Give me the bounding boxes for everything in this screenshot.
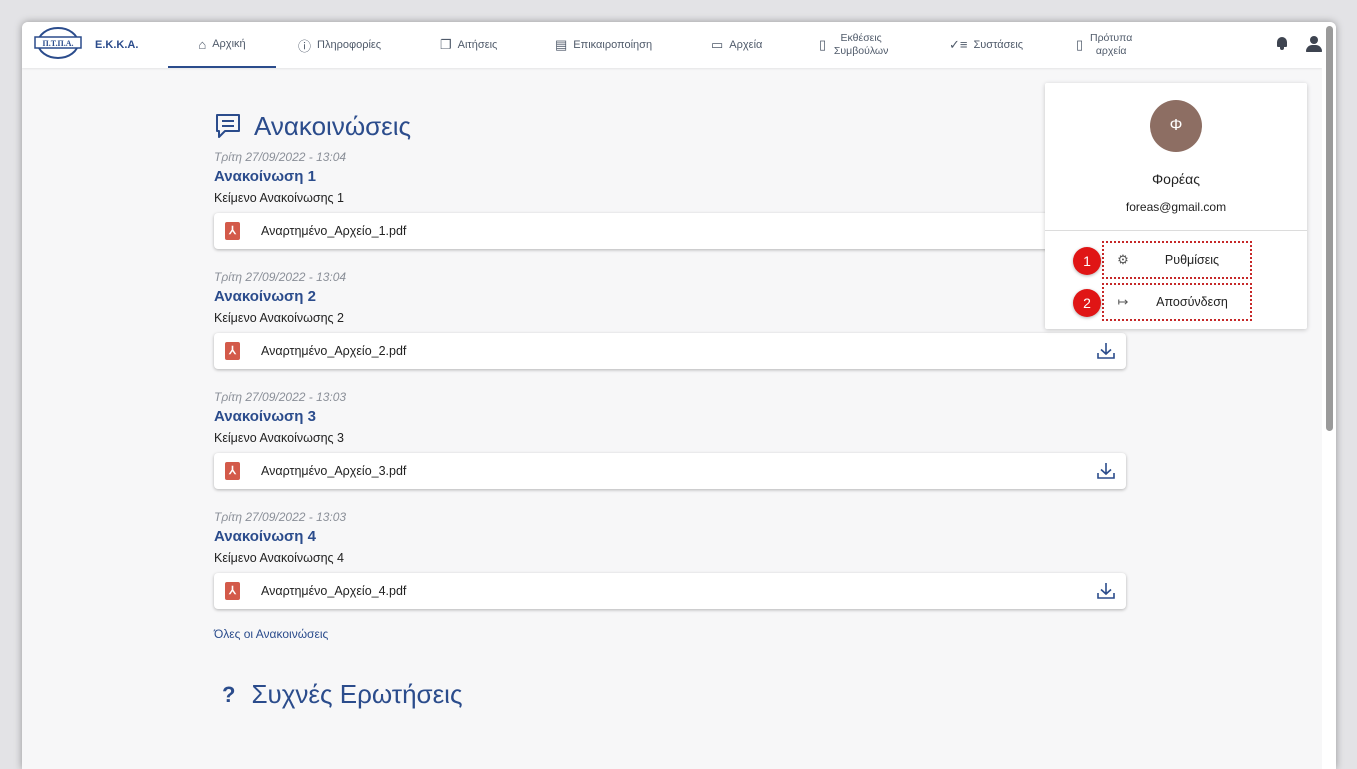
nav-applications-label: Αιτήσεις <box>457 39 498 51</box>
nav-templates-label: Πρότυπα αρχεία <box>1090 32 1133 57</box>
logout-icon: ↦ <box>1117 294 1129 309</box>
nav-applications[interactable]: ❐ Αιτήσεις <box>440 22 497 68</box>
announcement-body: Κείμενο Ανακοίνωσης 2 <box>214 311 344 325</box>
pdf-icon: ⅄ <box>225 582 240 600</box>
nav-update[interactable]: ▤ Επικαιροποίηση <box>555 22 652 68</box>
bell-icon[interactable] <box>1276 36 1288 50</box>
attachment-card[interactable]: ⅄ Αναρτημένο_Αρχείο_2.pdf <box>214 333 1126 369</box>
top-icons <box>1276 36 1322 52</box>
brand-name[interactable]: Ε.Κ.Κ.Α. <box>95 39 138 51</box>
avatar: Φ <box>1150 100 1202 152</box>
form-icon: ▤ <box>555 37 568 52</box>
download-icon[interactable] <box>1096 581 1116 601</box>
user-menu-dropdown: Φ Φορέας foreas@gmail.com ⚙ Ρυθμίσεις ↦ … <box>1045 83 1307 329</box>
user-name: Φορέας <box>1151 171 1200 187</box>
announcement-date: Τρίτη 27/09/2022 - 13:04 <box>214 150 347 164</box>
attachment-name[interactable]: Αναρτημένο_Αρχείο_3.pdf <box>261 464 406 478</box>
announcement-title[interactable]: Ανακοίνωση 2 <box>214 286 1126 308</box>
settings-label: Ρυθμίσεις <box>1164 253 1220 267</box>
nav-reports-label: Εκθέσεις Συμβούλων <box>833 32 889 57</box>
main-content: Ανακοινώσεις Τρίτη 27/09/2022 - 13:04 Αν… <box>214 106 1126 710</box>
nav-recommendations-label: Συστάσεις <box>973 39 1024 51</box>
nav-recommendations[interactable]: ✓≡ Συστάσεις <box>949 22 1023 68</box>
checklist-icon: ✓≡ <box>949 37 968 52</box>
user-icon[interactable] <box>1306 36 1322 52</box>
nav-templates[interactable]: ▯ Πρότυπα αρχεία <box>1076 22 1133 68</box>
info-icon: ⓘ <box>298 38 312 54</box>
attachment-card[interactable]: ⅄ Αναρτημένο_Αρχείο_1.pdf <box>214 213 1126 249</box>
announcement-item: Τρίτη 27/09/2022 - 13:04 Ανακοίνωση 2 Κε… <box>214 268 1126 369</box>
app-window: Π.Τ.Π.Α. Ε.Κ.Κ.Α. ⌂ Αρχική ⓘ Πληροφορίες… <box>22 22 1336 769</box>
announcement-body: Κείμενο Ανακοίνωσης 3 <box>214 431 344 445</box>
announcement-title[interactable]: Ανακοίνωση 4 <box>214 526 1126 548</box>
scrollbar[interactable] <box>1322 22 1336 769</box>
pdf-icon: ⅄ <box>225 462 240 480</box>
faq-header: ? Συχνές Ερωτήσεις <box>222 679 1126 710</box>
announcement-title[interactable]: Ανακοίνωση 1 <box>214 166 1126 188</box>
nav-reports[interactable]: ▯ Εκθέσεις Συμβούλων <box>819 22 890 68</box>
announcement-date: Τρίτη 27/09/2022 - 13:03 <box>214 510 347 524</box>
download-icon[interactable] <box>1096 341 1116 361</box>
announcement-item: Τρίτη 27/09/2022 - 13:03 Ανακοίνωση 4 Κε… <box>214 508 1126 609</box>
announcement-body: Κείμενο Ανακοίνωσης 4 <box>214 551 344 565</box>
nav-info[interactable]: ⓘ Πληροφορίες <box>298 22 381 68</box>
announcement-date: Τρίτη 27/09/2022 - 13:03 <box>214 390 347 404</box>
announcement-item: Τρίτη 27/09/2022 - 13:04 Ανακοίνωση 1 Κε… <box>214 148 1126 249</box>
user-email: foreas@gmail.com <box>1125 200 1227 214</box>
step-badge-1: 1 <box>1073 247 1101 275</box>
announcements-title: Ανακοινώσεις <box>254 110 412 141</box>
nav-info-label: Πληροφορίες <box>317 39 382 51</box>
svg-text:Π.Τ.Π.Α.: Π.Τ.Π.Α. <box>43 39 74 48</box>
copy-icon: ❐ <box>440 37 452 52</box>
nav-files-label: Αρχεία <box>729 39 763 51</box>
announcement-title[interactable]: Ανακοίνωση 3 <box>214 406 1126 428</box>
question-icon: ? <box>222 681 236 707</box>
logout-label: Αποσύνδεση <box>1156 295 1228 309</box>
faq-title: Συχνές Ερωτήσεις <box>251 679 463 709</box>
attachment-name[interactable]: Αναρτημένο_Αρχείο_1.pdf <box>261 224 406 238</box>
top-navigation-bar: Π.Τ.Π.Α. Ε.Κ.Κ.Α. ⌂ Αρχική ⓘ Πληροφορίες… <box>22 22 1322 68</box>
nav-update-label: Επικαιροποίηση <box>573 39 653 51</box>
message-icon <box>216 114 240 138</box>
attachment-card[interactable]: ⅄ Αναρτημένο_Αρχείο_3.pdf <box>214 453 1126 489</box>
gear-icon: ⚙ <box>1117 252 1129 267</box>
file-icon: ▯ <box>1076 37 1084 52</box>
announcement-body: Κείμενο Ανακοίνωσης 1 <box>214 191 344 205</box>
folder-icon: ▭ <box>711 37 724 52</box>
announcement-date: Τρίτη 27/09/2022 - 13:04 <box>214 270 347 284</box>
document-icon: ▯ <box>819 37 827 52</box>
all-announcements-link[interactable]: Όλες οι Ανακοινώσεις <box>214 627 1126 645</box>
scrollbar-thumb[interactable] <box>1326 26 1333 431</box>
divider <box>1045 230 1307 231</box>
step-badge-2: 2 <box>1073 289 1101 317</box>
attachment-name[interactable]: Αναρτημένο_Αρχείο_2.pdf <box>261 344 406 358</box>
announcement-item: Τρίτη 27/09/2022 - 13:03 Ανακοίνωση 3 Κε… <box>214 388 1126 489</box>
nav-home[interactable]: ⌂ Αρχική <box>168 22 276 68</box>
nav-files[interactable]: ▭ Αρχεία <box>711 22 762 68</box>
organization-logo[interactable]: Π.Τ.Π.Α. <box>32 26 84 60</box>
pdf-icon: ⅄ <box>225 222 240 240</box>
nav-home-label: Αρχική <box>212 38 246 50</box>
pdf-icon: ⅄ <box>225 342 240 360</box>
announcements-header: Ανακοινώσεις <box>214 106 1126 146</box>
settings-menu-item[interactable]: ⚙ Ρυθμίσεις <box>1102 241 1252 279</box>
download-icon[interactable] <box>1096 461 1116 481</box>
attachment-card[interactable]: ⅄ Αναρτημένο_Αρχείο_4.pdf <box>214 573 1126 609</box>
home-icon: ⌂ <box>198 36 207 52</box>
logout-menu-item[interactable]: ↦ Αποσύνδεση <box>1102 283 1252 321</box>
attachment-name[interactable]: Αναρτημένο_Αρχείο_4.pdf <box>261 584 406 598</box>
